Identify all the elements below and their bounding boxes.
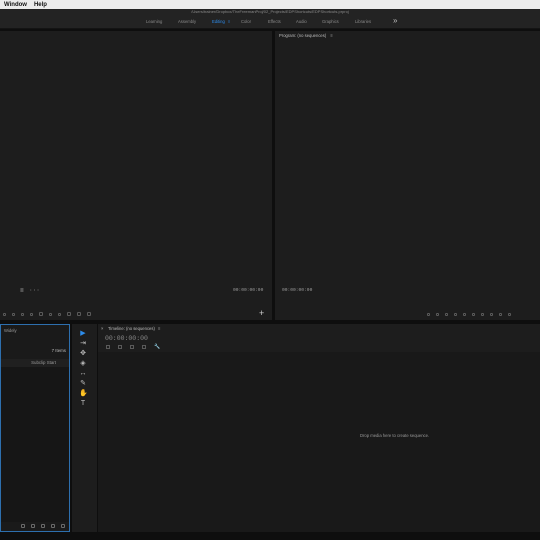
program-mark-in-icon[interactable] bbox=[427, 312, 430, 316]
slip-tool-icon[interactable]: ↔ bbox=[79, 370, 87, 378]
new-bin-icon[interactable] bbox=[41, 524, 45, 528]
step-back-icon[interactable] bbox=[30, 312, 33, 316]
list-view-icon[interactable] bbox=[21, 524, 25, 528]
workspace-tab-color[interactable]: Color bbox=[241, 19, 251, 24]
workspaces-bar: Learning Assembly Editing ≡ Color Effects… bbox=[0, 15, 540, 29]
timeline-toolbar: 🔧 bbox=[106, 344, 160, 350]
project-panel: Widely 7 Items Subclip Start bbox=[0, 324, 70, 532]
program-transport-controls bbox=[427, 310, 517, 318]
workspace-tab-libraries[interactable]: Libraries bbox=[355, 19, 371, 24]
export-frame-icon[interactable] bbox=[87, 312, 91, 316]
mark-in-icon[interactable] bbox=[3, 312, 6, 316]
timeline-menu-icon[interactable]: ≡ bbox=[158, 326, 160, 331]
program-monitor-menu-icon[interactable]: ≡ bbox=[330, 33, 332, 38]
workspace-tab-editing-label: Editing bbox=[212, 19, 225, 24]
program-go-to-in-icon[interactable] bbox=[445, 312, 448, 316]
source-duration-timecode: 00:00:00:00 bbox=[233, 288, 264, 293]
program-play-icon[interactable] bbox=[463, 312, 466, 316]
timeline-playhead-timecode[interactable]: 00:00:00:00 bbox=[105, 335, 148, 342]
workspace-tab-learning[interactable]: Learning bbox=[146, 19, 162, 24]
selection-tool-icon[interactable]: ▶ bbox=[79, 330, 87, 338]
workspace-tab-graphics[interactable]: Graphics bbox=[322, 19, 339, 24]
status-bar bbox=[0, 532, 540, 540]
program-go-to-out-icon[interactable] bbox=[481, 312, 484, 316]
source-monitor: ≣ ··· 00:00:00:00 + bbox=[0, 31, 273, 320]
source-add-button-icon[interactable]: + bbox=[259, 309, 264, 318]
workspace-tab-editing[interactable]: Editing ≡ bbox=[212, 19, 230, 24]
workspaces-overflow-icon[interactable]: » bbox=[393, 16, 397, 25]
snap-icon[interactable] bbox=[118, 345, 122, 349]
mark-out-icon[interactable] bbox=[12, 312, 15, 316]
step-forward-icon[interactable] bbox=[49, 312, 52, 316]
timeline-title[interactable]: Timeline: (no sequences) bbox=[108, 326, 155, 331]
program-export-frame-icon[interactable] bbox=[508, 312, 511, 316]
program-step-forward-icon[interactable] bbox=[472, 312, 475, 316]
project-panel-footer bbox=[1, 521, 69, 531]
hand-tool-icon[interactable]: ✋ bbox=[79, 390, 88, 398]
program-monitor-title-label: Program: (no sequences) bbox=[279, 33, 327, 38]
column-header-subclip-start[interactable]: Subclip Start bbox=[1, 359, 69, 367]
workspace-tab-audio[interactable]: Audio bbox=[296, 19, 307, 24]
track-select-tool-icon[interactable]: ⇥ bbox=[79, 340, 87, 348]
trash-icon[interactable] bbox=[61, 524, 65, 528]
project-item-count: 7 Items bbox=[51, 348, 66, 353]
timeline-drop-hint: Drop media here to create sequence. bbox=[360, 433, 430, 438]
add-marker-icon[interactable] bbox=[142, 345, 146, 349]
source-more-icon[interactable]: ··· bbox=[29, 287, 40, 294]
workspace-tab-effects[interactable]: Effects bbox=[268, 19, 281, 24]
program-mark-out-icon[interactable] bbox=[436, 312, 439, 316]
program-lift-icon[interactable] bbox=[490, 312, 493, 316]
ripple-edit-tool-icon[interactable]: ✥ bbox=[79, 350, 87, 358]
go-to-in-icon[interactable] bbox=[21, 312, 24, 316]
program-playhead-timecode: 00:00:00:00 bbox=[282, 288, 313, 293]
timeline-settings-wrench-icon[interactable]: 🔧 bbox=[154, 344, 160, 350]
timeline-close-icon[interactable]: × bbox=[101, 326, 103, 331]
project-panel-title[interactable]: Widely bbox=[4, 328, 17, 333]
linked-selection-icon[interactable] bbox=[130, 345, 134, 349]
timeline-track-area[interactable] bbox=[98, 352, 540, 532]
timeline-header: × Timeline: (no sequences) ≡ bbox=[98, 324, 540, 333]
program-monitor-title[interactable]: Program: (no sequences) ≡ bbox=[279, 33, 333, 38]
menu-window[interactable]: Window bbox=[4, 2, 27, 8]
program-step-back-icon[interactable] bbox=[454, 312, 457, 316]
new-item-icon[interactable] bbox=[51, 524, 55, 528]
tools-panel: ▶ ⇥ ✥ ◈ ↔ ✎ ✋ T bbox=[72, 324, 97, 532]
source-transport-controls bbox=[3, 310, 97, 318]
overwrite-icon[interactable] bbox=[77, 312, 81, 316]
pen-tool-icon[interactable]: ✎ bbox=[79, 380, 87, 388]
search-icon[interactable] bbox=[31, 524, 35, 528]
timeline-panel: × Timeline: (no sequences) ≡ 00:00:00:00… bbox=[98, 324, 540, 532]
type-tool-icon[interactable]: T bbox=[79, 400, 87, 408]
program-monitor: Program: (no sequences) ≡ 00:00:00:00 bbox=[275, 31, 540, 320]
program-extract-icon[interactable] bbox=[499, 312, 502, 316]
project-item-list[interactable] bbox=[1, 367, 69, 522]
workspace-tab-assembly[interactable]: Assembly bbox=[178, 19, 196, 24]
menu-bar: Window Help bbox=[0, 0, 540, 9]
menu-help[interactable]: Help bbox=[34, 2, 47, 8]
insert-icon[interactable] bbox=[67, 312, 71, 316]
play-icon[interactable] bbox=[39, 312, 43, 316]
source-settings-icon[interactable]: ≣ bbox=[20, 287, 24, 294]
workspace-menu-icon[interactable]: ≡ bbox=[228, 19, 230, 24]
nest-toggle-icon[interactable] bbox=[106, 345, 110, 349]
go-to-out-icon[interactable] bbox=[58, 312, 61, 316]
razor-tool-icon[interactable]: ◈ bbox=[79, 360, 87, 368]
